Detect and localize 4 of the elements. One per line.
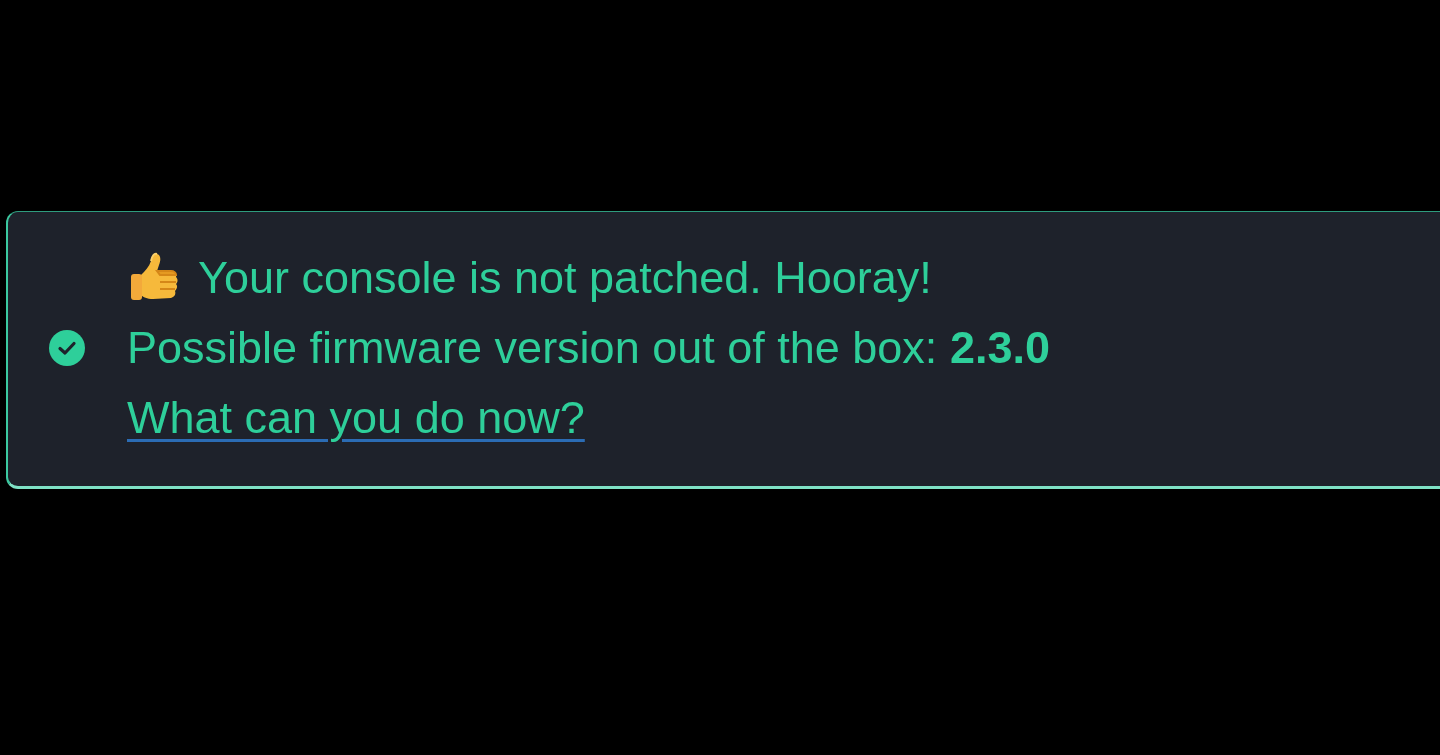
firmware-message: Possible firmware version out of the box: 2.3.0 xyxy=(127,321,1050,375)
help-link[interactable]: What can you do now? xyxy=(127,390,585,446)
check-circle-icon xyxy=(49,330,85,366)
status-message: Your console is not patched. Hooray! xyxy=(198,251,932,305)
